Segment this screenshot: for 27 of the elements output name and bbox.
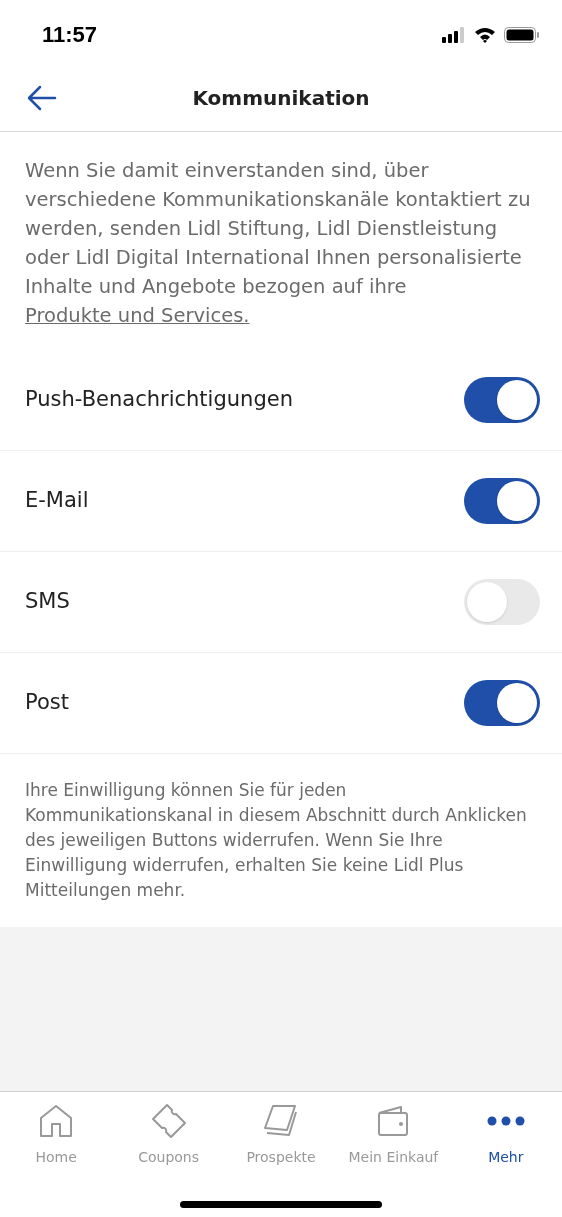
- channel-label: Push-Benachrichtigungen: [25, 386, 293, 414]
- tab-bar-item[interactable]: Mein Einkauf: [337, 1102, 450, 1166]
- wallet-icon: [377, 1105, 410, 1137]
- tab-bar-item[interactable]: Mehr: [449, 1102, 562, 1166]
- more-icon: [486, 1116, 525, 1126]
- toggle-switch[interactable]: [464, 478, 540, 524]
- home-icon: [39, 1104, 74, 1138]
- battery-icon: [504, 26, 540, 43]
- channel-label: E-Mail: [25, 487, 89, 515]
- products-services-link[interactable]: Produkte und Services.: [25, 304, 250, 327]
- channel-label: SMS: [25, 588, 70, 616]
- ticket-icon: [150, 1103, 187, 1139]
- status-time: 11:57: [42, 21, 98, 49]
- back-arrow-icon: [27, 85, 57, 111]
- toggle-switch[interactable]: [464, 377, 540, 423]
- channel-label: Post: [25, 689, 69, 717]
- intro-paragraph: Wenn Sie damit einverstanden sind, über verschiedene Kommunikationskanäle kontaktiert zu werden, senden Lidl Stiftung, Lidl Dienstleistung oder Lidl Digital International Ihnen personalisierte Inhalte und Angebote bezogen auf ihre Produkte und Services.: [24, 158, 532, 329]
- toggle-switch[interactable]: [464, 579, 540, 625]
- tab-bar-item[interactable]: Prospekte: [224, 1102, 338, 1166]
- page-title: Kommunikation: [192, 85, 370, 112]
- consent-note: Ihre Einwilligung können Sie für jeden Kommunikationskanal in diesem Abschnitt durch Anklicken des jeweiligen Buttons widerrufen. Wenn Sie Ihre Einwilligung widerrufen, erhalten Sie keine Lidl Plus Mitteilungen mehr.: [24, 779, 528, 902]
- toggle-switch[interactable]: [464, 680, 540, 726]
- tab-bar-item[interactable]: Home: [0, 1102, 113, 1166]
- brochure-icon: [263, 1104, 299, 1138]
- signal-icon: [442, 26, 466, 43]
- wifi-icon: [474, 26, 496, 43]
- tab-bar-item[interactable]: Coupons: [112, 1102, 225, 1166]
